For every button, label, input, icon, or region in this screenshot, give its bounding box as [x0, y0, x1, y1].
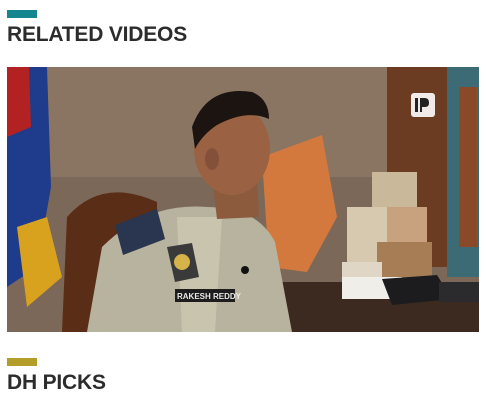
- related-videos-accent-bar: [7, 10, 37, 18]
- related-videos-heading: RELATED VIDEOS: [7, 23, 187, 46]
- officer-name-tag: RAKESH REDDY: [177, 292, 242, 301]
- dh-picks-accent-bar: [7, 358, 37, 366]
- video-still-image: RAKESH REDDY: [7, 67, 479, 332]
- related-video-thumbnail[interactable]: RAKESH REDDY: [7, 67, 479, 332]
- ani-logo-icon: [411, 93, 435, 117]
- dh-picks-heading: DH PICKS: [7, 371, 106, 394]
